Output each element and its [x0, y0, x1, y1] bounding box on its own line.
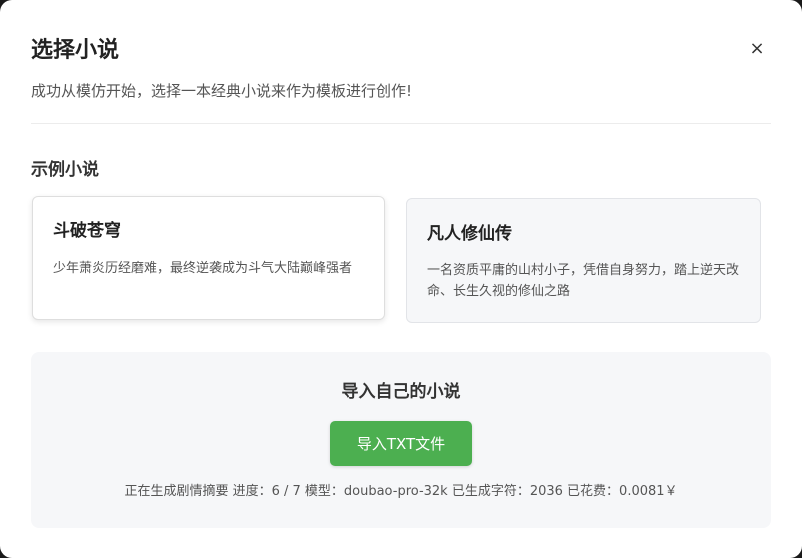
novel-card-doupo[interactable]: 斗破苍穹 少年萧炎历经磨难，最终逆袭成为斗气大陆巅峰强者 — [32, 196, 385, 320]
dialog-title: 选择小说 — [31, 38, 120, 63]
import-section: 导入自己的小说 导入TXT文件 正在生成剧情摘要 进度：6 / 7 模型：dou… — [31, 352, 771, 528]
dialog-subtitle: 成功从模仿开始，选择一本经典小说来作为模板进行创作! — [31, 82, 413, 100]
examples-heading: 示例小说 — [31, 160, 99, 180]
novel-card-fanren[interactable]: 凡人修仙传 一名资质平庸的山村小子，凭借自身努力，踏上逆天改命、长生久视的修仙之… — [406, 198, 761, 323]
select-novel-dialog: 选择小说 × 成功从模仿开始，选择一本经典小说来作为模板进行创作! 示例小说 斗… — [0, 0, 802, 558]
header-divider — [31, 123, 771, 124]
novel-card-description: 一名资质平庸的山村小子，凭借自身努力，踏上逆天改命、长生久视的修仙之路 — [427, 263, 740, 299]
novel-card-title: 凡人修仙传 — [427, 224, 512, 244]
generation-status: 正在生成剧情摘要 进度：6 / 7 模型：doubao-pro-32k 已生成字… — [124, 484, 678, 499]
novel-card-description: 少年萧炎历经磨难，最终逆袭成为斗气大陆巅峰强者 — [53, 261, 353, 276]
novel-card-title: 斗破苍穹 — [53, 221, 121, 241]
import-txt-button[interactable]: 导入TXT文件 — [330, 421, 472, 466]
close-button[interactable]: × — [748, 38, 766, 60]
import-heading: 导入自己的小说 — [341, 382, 461, 402]
